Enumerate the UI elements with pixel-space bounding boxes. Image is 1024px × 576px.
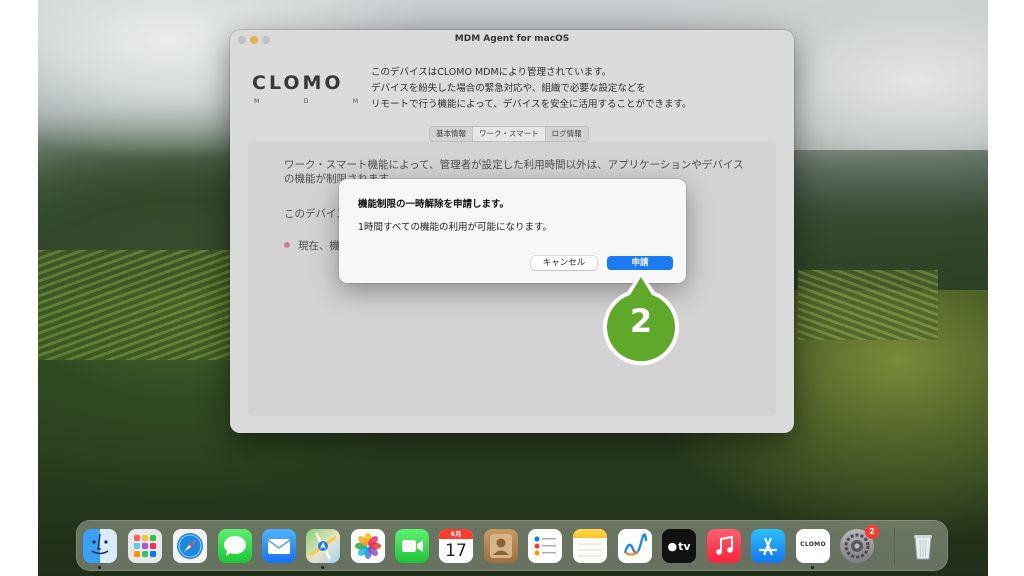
- calendar-month: 6月: [439, 529, 473, 539]
- freeform-icon[interactable]: [618, 529, 652, 563]
- maps-running-dot: [321, 566, 324, 569]
- photos-icon[interactable]: [351, 529, 385, 563]
- trash-icon[interactable]: [906, 529, 940, 563]
- messages-icon[interactable]: [218, 529, 252, 563]
- apple-tv-label: tv: [678, 539, 691, 553]
- clomo-icon[interactable]: CLOMO: [796, 529, 830, 563]
- mail-icon[interactable]: [262, 529, 296, 563]
- reminders-icon[interactable]: [528, 529, 562, 563]
- request-alert-dialog: 機能制限の一時解除を申請します。 1時間すべての機能の利用が可能になります。 キ…: [339, 179, 686, 283]
- cancel-button[interactable]: キャンセル: [531, 256, 597, 270]
- alert-message: 1時間すべての機能の利用が可能になります。: [358, 222, 553, 233]
- callout-number: 2: [629, 302, 653, 340]
- maps-icon[interactable]: [306, 529, 340, 563]
- step-callout: 2: [601, 270, 681, 370]
- finder-running-dot: [98, 566, 101, 569]
- apple-tv-icon[interactable]: ● tv: [662, 529, 696, 563]
- clomo-running-dot: [811, 566, 814, 569]
- launchpad-icon[interactable]: [128, 529, 162, 563]
- safari-icon[interactable]: [173, 529, 207, 563]
- apply-button[interactable]: 申請: [607, 256, 673, 270]
- notes-icon[interactable]: [573, 529, 607, 563]
- wallpaper-vineyard-right: [798, 270, 938, 340]
- settings-badge: 2: [865, 525, 879, 539]
- dock-separator: [894, 528, 895, 564]
- app-store-icon[interactable]: [751, 529, 785, 563]
- calendar-icon[interactable]: 6月 17: [439, 529, 473, 563]
- calendar-day: 17: [445, 541, 467, 561]
- clomo-icon-label: CLOMO: [800, 541, 826, 548]
- alert-title: 機能制限の一時解除を申請します。: [358, 199, 510, 210]
- wallpaper-vineyard: [38, 250, 238, 360]
- finder-icon[interactable]: [83, 529, 117, 563]
- contacts-icon[interactable]: [484, 529, 518, 563]
- dock: 6月 17 ● tv CLOMO 2: [76, 520, 948, 571]
- apple-tv-label-wrap: ● tv: [667, 539, 691, 553]
- music-icon[interactable]: [707, 529, 741, 563]
- facetime-icon[interactable]: [395, 529, 429, 563]
